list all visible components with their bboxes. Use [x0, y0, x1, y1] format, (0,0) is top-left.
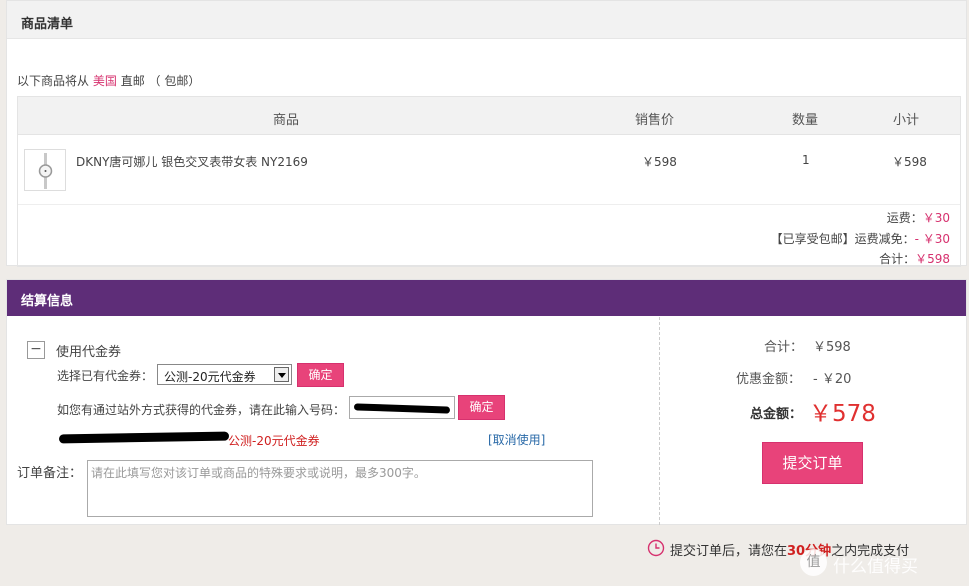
free-shipping-label: 【已享受包邮】运费减免： [770, 232, 915, 246]
cancel-coupon-link[interactable]: [取消使用] [488, 431, 545, 448]
summary-subtotal-value: ￥598 [813, 340, 851, 355]
summary-grand-label: 总金额： [750, 407, 803, 422]
order-remark-textarea[interactable]: 请在此填写您对该订单或商品的特殊要求或说明，最多300字。 [87, 460, 593, 517]
redaction-scribble [353, 403, 451, 414]
free-shipping-line: 【已享受包邮】运费减免：- ￥30 [771, 230, 950, 247]
shipping-fee-label: 运费： [886, 211, 923, 225]
goods-table: 商品 销售价 数量 小计 DKNY唐可娜儿 银色交叉表带女表 NY2169 ￥5… [17, 96, 961, 267]
confirm-code-button[interactable]: 确定 [458, 395, 505, 420]
item-subtotal: ￥598 [892, 155, 927, 169]
goods-total-label: 合计： [879, 252, 916, 266]
confirm-coupon-button[interactable]: 确定 [297, 363, 344, 387]
coupon-collapse-toggle[interactable]: − [27, 341, 45, 359]
col-price: 销售价 [635, 113, 675, 128]
settlement-panel: 结算信息 − 使用代金券 选择已有代金券： 公测-20元代金券 确定 如您有通过… [6, 279, 967, 525]
watch-thumbnail[interactable] [24, 149, 66, 191]
summary-discount-value: - ￥20 [813, 372, 852, 387]
chevron-down-icon[interactable] [274, 367, 289, 382]
free-shipping-value: - ￥30 [914, 232, 950, 246]
redaction-scribble-code [58, 431, 230, 444]
summary-discount-label: 优惠金额： [736, 372, 802, 387]
goods-total-value: ￥598 [915, 252, 950, 266]
item-qty: 1 [802, 153, 810, 167]
table-row: DKNY唐可娜儿 银色交叉表带女表 NY2169 ￥598 1 ￥598 [18, 135, 960, 205]
watermark-text: 什么值得买 [833, 557, 918, 577]
deadline-before: 提交订单后，请您在 [670, 544, 788, 559]
goods-total-line: 合计：￥598 [879, 250, 950, 267]
select-coupon-label: 选择已有代金券： [57, 369, 154, 383]
order-remark-label: 订单备注： [17, 466, 83, 481]
col-goods: 商品 [273, 113, 300, 128]
goods-list-title: 商品清单 [21, 17, 74, 32]
settlement-header: 结算信息 [7, 280, 966, 316]
order-remark-placeholder: 请在此填写您对该订单或商品的特殊要求或说明，最多300字。 [91, 466, 426, 480]
summary-subtotal-label: 合计： [764, 340, 804, 355]
settlement-divider [659, 317, 660, 525]
settlement-title: 结算信息 [21, 294, 74, 309]
item-price: ￥598 [642, 155, 677, 169]
clock-icon [647, 539, 665, 557]
summary-grand-value: ￥578 [809, 401, 876, 427]
goods-list-header: 商品清单 [7, 1, 966, 39]
coupon-select[interactable]: 公测-20元代金券 [157, 364, 292, 385]
shipping-fee-line: 运费：￥30 [887, 209, 950, 226]
use-coupon-label: 使用代金券 [56, 345, 122, 360]
coupon-code-input[interactable] [349, 396, 455, 419]
coupon-select-value: 公测-20元代金券 [164, 370, 256, 384]
col-subtotal: 小计 [893, 113, 920, 128]
shipping-fee-value: ￥30 [922, 211, 950, 225]
shipping-origin-note: 以下商品将从 美国 直邮 （ 包邮） [17, 72, 200, 89]
goods-table-header: 商品 销售价 数量 小计 [18, 97, 960, 135]
ship-prefix: 以下商品将从 [17, 74, 90, 88]
item-name[interactable]: DKNY唐可娜儿 银色交叉表带女表 NY2169 [76, 153, 308, 170]
ship-mode: 直邮 [120, 74, 145, 88]
goods-list-panel: 商品清单 以下商品将从 美国 直邮 （ 包邮） 商品 销售价 数量 小计 DKN… [6, 0, 967, 267]
col-qty: 数量 [792, 113, 819, 128]
applied-coupon-name: 公测-20元代金券 [228, 434, 320, 448]
external-code-label: 如您有通过站外方式获得的代金券，请在此输入号码： [57, 403, 346, 417]
ship-free-note: （ 包邮） [148, 74, 201, 88]
submit-order-button[interactable]: 提交订单 [762, 442, 863, 484]
ship-country-link[interactable]: 美国 [93, 74, 117, 88]
watermark-logo: 值 [800, 549, 827, 576]
